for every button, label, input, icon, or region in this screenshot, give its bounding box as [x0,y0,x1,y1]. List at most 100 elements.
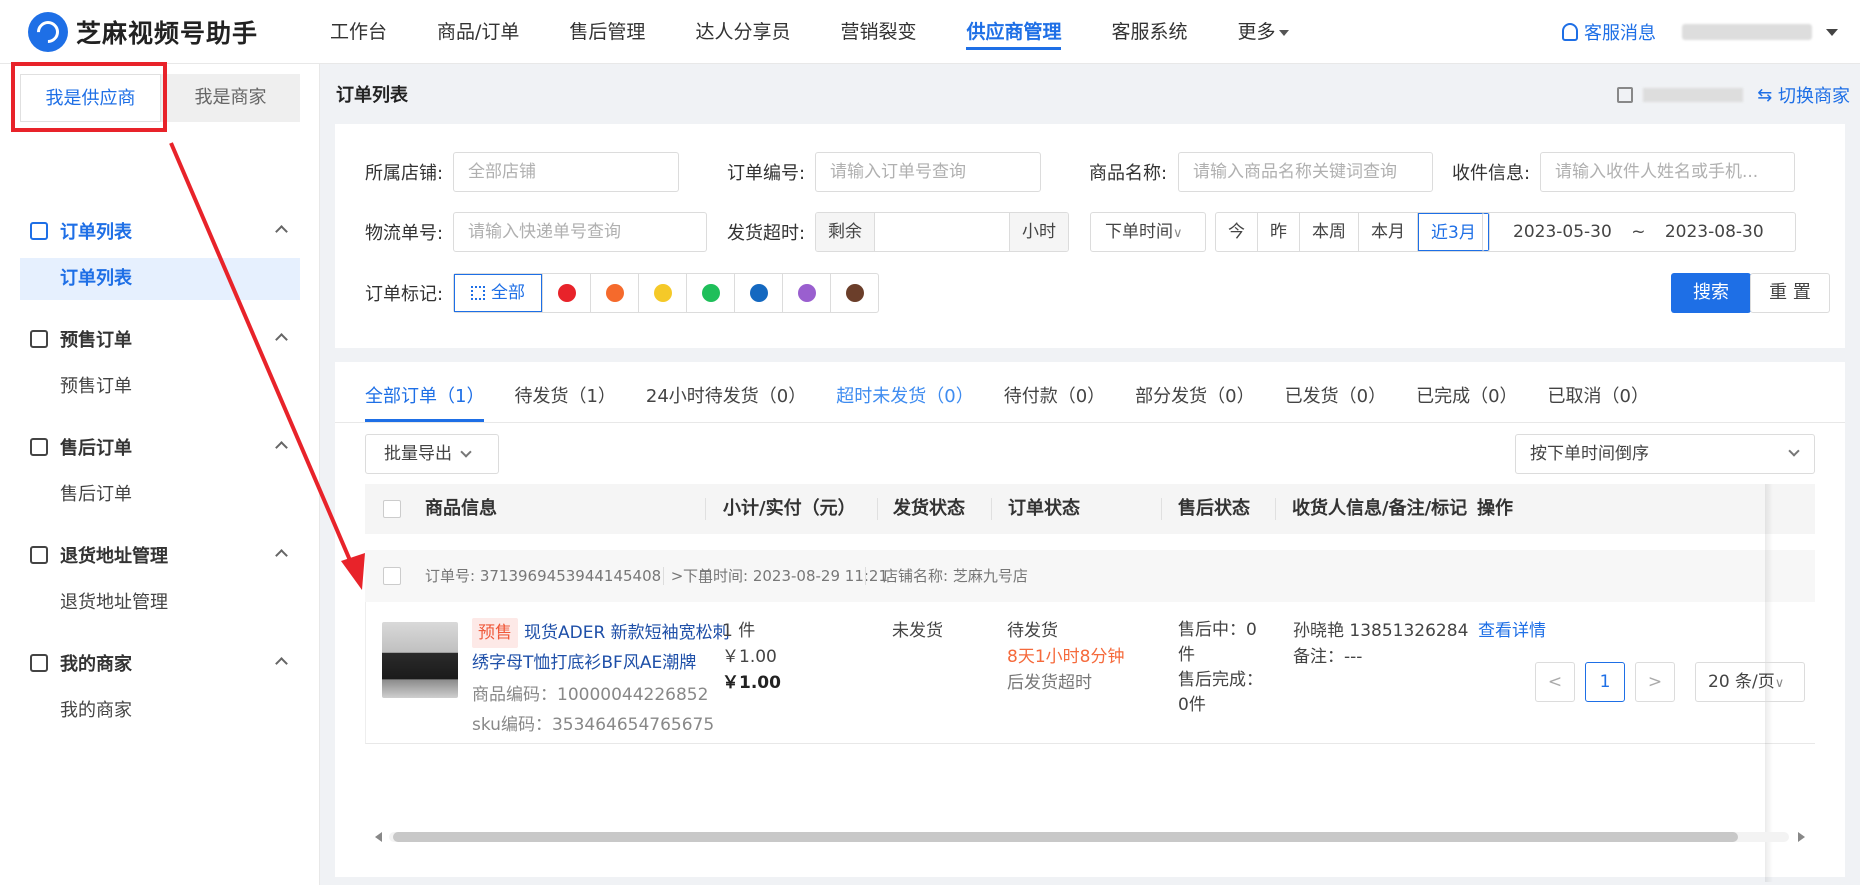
tab-completed[interactable]: 已完成（0） [1416,362,1517,422]
range-today[interactable]: 今 [1216,213,1258,251]
th-receiver: 收货人信息/备注/标记 [1292,498,1468,519]
chevron-down-icon: ∨ [1774,676,1785,691]
order-shop: 店铺名称: 芝麻九号店 [883,550,1028,602]
range-this-week[interactable]: 本周 [1300,213,1359,251]
bulk-export-button[interactable]: 批量导出 [365,434,499,474]
shop-label: 所属店铺: [365,163,444,184]
range-yesterday[interactable]: 昨 [1258,213,1300,251]
tab-partial[interactable]: 部分发货（0） [1135,362,1254,422]
tab-cancelled[interactable]: 已取消（0） [1548,362,1649,422]
after-sale-done: 售后完成： [1178,670,1263,690]
menu-item-order-list[interactable]: 订单列表 [20,258,300,300]
menu-group-my-merchants[interactable]: 我的商家 [0,636,320,690]
nav-workbench[interactable]: 工作台 [330,0,387,64]
order-no[interactable]: 订单号: 3713969453944145408 > [425,550,712,602]
menu-group-return-address[interactable]: 退货地址管理 [0,528,320,582]
menu-group-presale[interactable]: 预售订单 [0,312,320,366]
mark-blue[interactable] [734,274,782,312]
receiver-input[interactable]: 请输入收件人姓名或手机... [1540,152,1795,192]
product-name-input[interactable]: 请输入商品名称关键词查询 [1178,152,1433,192]
sort-label: 按下单时间倒序 [1530,444,1649,464]
menu-item-presale[interactable]: 预售订单 [20,366,300,408]
countdown: 8天1小时8分钟 [1007,647,1125,667]
tab-unpaid[interactable]: 待付款（0） [1004,362,1105,422]
tab-shipped[interactable]: 已发货（0） [1285,362,1386,422]
scroll-left-icon[interactable] [375,832,382,842]
page-1-button[interactable]: 1 [1585,662,1625,702]
menu-item-return-address[interactable]: 退货地址管理 [20,582,300,624]
logistics-input[interactable]: 请输入快递单号查询 [453,212,707,252]
switch-merchant[interactable]: ⇆ 切换商家 [1617,82,1850,108]
mark-brown[interactable] [830,274,878,312]
product-name-link[interactable]: 预售 现货ADER 新款短袖宽松刺绣字母T恤打底衫BF风AE潮牌 [472,618,742,678]
mark-yellow[interactable] [638,274,686,312]
mark-red[interactable] [542,274,590,312]
scroll-right-icon[interactable] [1798,832,1805,842]
annotation-highlight-box [11,62,167,132]
nav-supplier[interactable]: 供应商管理 [966,0,1062,64]
nav-more[interactable]: 更多 [1238,0,1289,64]
tab-to-ship[interactable]: 待发货（1） [514,362,615,422]
mark-all-button[interactable]: 全部 [454,274,542,312]
service-message-link[interactable]: 客服消息 [1562,19,1656,45]
nav-customer-service[interactable]: 客服系统 [1111,0,1187,64]
next-page-button[interactable]: > [1635,662,1675,702]
product-name-label: 商品名称: [1089,163,1168,184]
color-dot [749,284,768,302]
menu-group-after-sale[interactable]: 售后订单 [0,420,320,474]
order-no-label: 订单编号: [727,163,806,184]
horizontal-scrollbar[interactable] [375,832,1805,842]
page-title: 订单列表 [336,85,408,106]
account-name-blurred[interactable] [1682,24,1812,40]
top-bar: 芝麻视频号助手 工作台 商品/订单 售后管理 达人分享员 营销裂变 供应商管理 … [0,0,1860,64]
reset-button[interactable]: 重 置 [1750,273,1830,313]
nav-marketing[interactable]: 营销裂变 [840,0,916,64]
color-dot [557,284,576,302]
order-no-input[interactable]: 请输入订单号查询 [815,152,1041,192]
tab-overdue[interactable]: 超时未发货（0） [836,362,973,422]
chevron-up-icon [275,441,288,454]
order-checkbox[interactable] [383,567,401,585]
date-end: 2023-08-30 [1664,222,1764,242]
mark-all-label: 全部 [491,283,525,303]
sort-select[interactable]: 按下单时间倒序 [1515,434,1815,474]
role-tab-merchant[interactable]: 我是商家 [161,74,300,122]
app-logo[interactable]: 芝麻视频号助手 [28,12,258,52]
prev-page-button[interactable]: < [1535,662,1575,702]
chevron-down-icon: ∨ [1173,226,1183,241]
mark-purple[interactable] [782,274,830,312]
page-size-select[interactable]: 20 条/页∨ [1695,662,1805,702]
grid-icon [471,286,485,300]
date-range-picker[interactable]: 2023-05-30 ~ 2023-08-30 [1482,212,1796,252]
th-subtotal: 小计/实付（元） [723,498,856,519]
view-details-link[interactable]: 查看详情 [1478,618,1546,644]
mark-green[interactable] [686,274,734,312]
nav-products-orders[interactable]: 商品/订单 [437,0,519,64]
range-last-3-months[interactable]: 近3月 [1418,213,1489,251]
th-divider [1275,498,1276,520]
product-code: 商品编码：10000044226852 [472,685,709,705]
overtime-hours-input[interactable] [875,213,1010,251]
account-caret-icon[interactable] [1826,28,1838,36]
th-divider [1161,498,1162,520]
product-thumbnail[interactable] [382,622,458,698]
service-message-label: 客服消息 [1584,23,1656,44]
mark-orange[interactable] [590,274,638,312]
select-all-checkbox[interactable] [383,500,401,518]
time-type-label: 下单时间 [1105,222,1173,242]
time-type-select[interactable]: 下单时间∨ [1090,212,1206,252]
tab-all[interactable]: 全部订单（1） [365,362,485,422]
menu-item-after-sale[interactable]: 售后订单 [20,474,300,516]
nav-after-sales[interactable]: 售后管理 [569,0,645,64]
menu-item-my-merchants[interactable]: 我的商家 [20,690,300,732]
tab-24h-to-ship[interactable]: 24小时待发货（0） [646,362,806,422]
order-status-cell: 待发货 8天1小时8分钟 后发货超时 [1007,618,1124,696]
scroll-thumb[interactable] [393,832,1738,842]
range-this-month[interactable]: 本月 [1359,213,1418,251]
menu-group-order-list[interactable]: 订单列表 [0,204,320,258]
search-button[interactable]: 搜索 [1671,273,1751,313]
main-nav: 工作台 商品/订单 售后管理 达人分享员 营销裂变 供应商管理 客服系统 更多 [330,0,1339,64]
shop-select[interactable]: 全部店铺 [453,152,679,192]
nav-sharers[interactable]: 达人分享员 [695,0,790,64]
after-sale-done-count: 0件 [1178,695,1206,715]
